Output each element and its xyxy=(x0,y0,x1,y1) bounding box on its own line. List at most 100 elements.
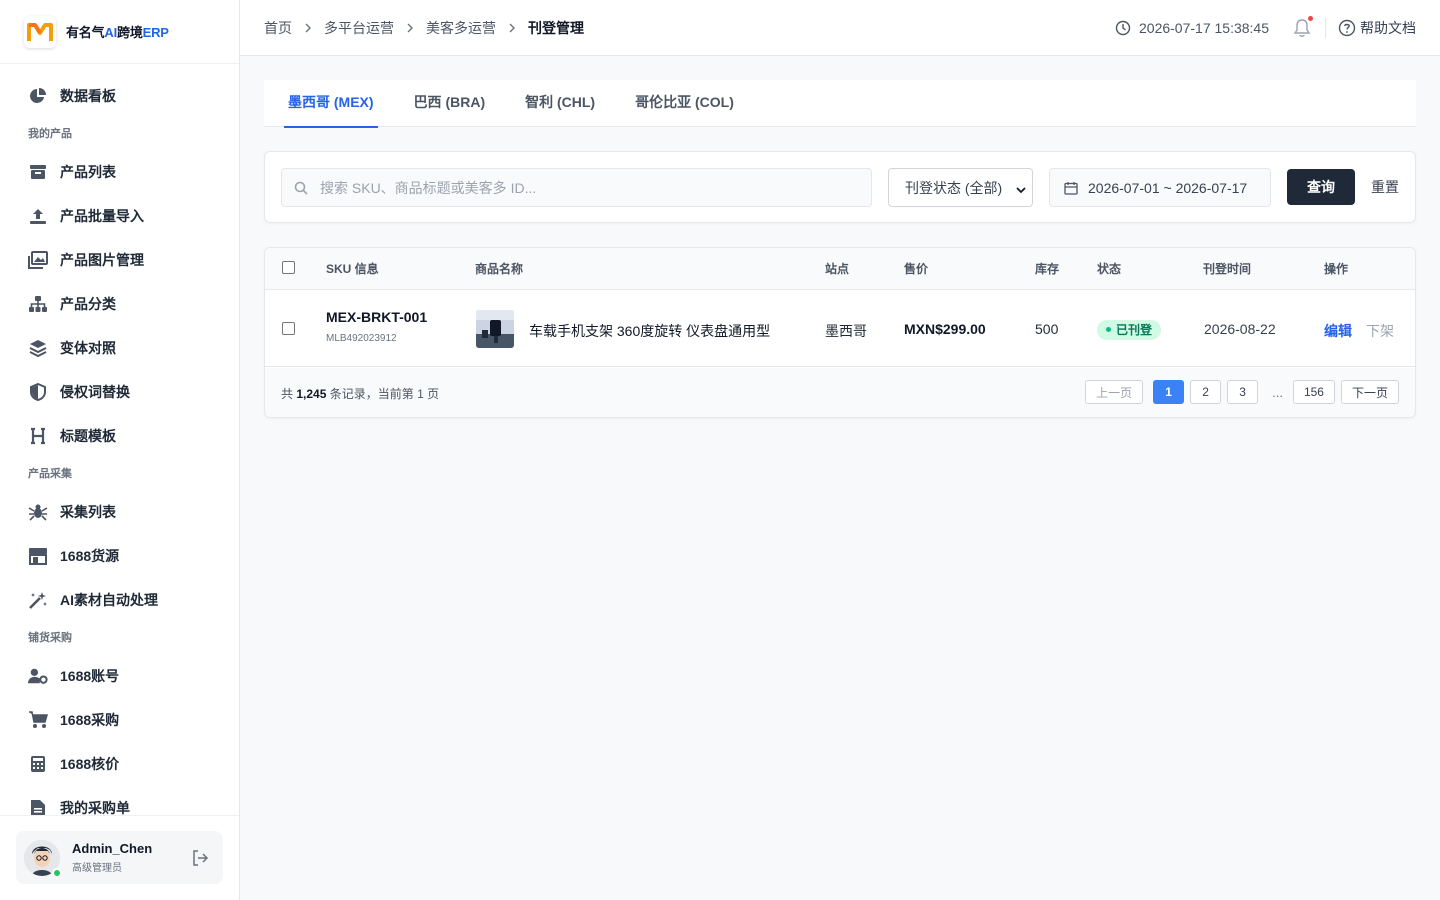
tab-chl[interactable]: 智利 (CHL) xyxy=(525,80,595,127)
listing-time: 2026-08-22 xyxy=(1204,321,1276,337)
product-name[interactable]: 车载手机支架 360度旋转 仪表盘通用型 xyxy=(529,321,770,341)
sidebar-item-label: 产品图片管理 xyxy=(60,252,144,268)
calendar-icon xyxy=(1064,181,1078,195)
user-card[interactable]: Admin_Chen 高级管理员 xyxy=(16,831,223,884)
chevron-down-icon xyxy=(1016,182,1026,198)
page-last-button[interactable]: 156 xyxy=(1292,380,1335,404)
header-divider xyxy=(1325,18,1326,38)
tab-bra[interactable]: 巴西 (BRA) xyxy=(414,80,486,127)
column-header-site: 站点 xyxy=(825,262,850,276)
sidebar-nav: 数据看板 我的产品 产品列表 产品批量导入 产品图片管理 产品分类 变体对照 侵… xyxy=(0,64,239,816)
status-select[interactable]: 刊登状态 (全部) xyxy=(888,168,1033,207)
file-icon xyxy=(28,798,48,816)
sidebar-item-my-purchase-orders[interactable]: 我的采购单 xyxy=(0,786,239,816)
sidebar-item-title-template[interactable]: 标题模板 xyxy=(0,414,239,458)
sidebar-item-1688-account[interactable]: 1688账号 xyxy=(0,654,239,698)
online-status-icon xyxy=(52,867,62,878)
country-tabs: 墨西哥 (MEX) 巴西 (BRA) 智利 (CHL) 哥伦比亚 (COL) xyxy=(264,80,1416,128)
shield-icon xyxy=(28,382,48,402)
avatar xyxy=(24,839,62,878)
column-header-actions: 操作 xyxy=(1324,262,1349,276)
nav-section-title: 产品采集 xyxy=(28,468,72,480)
logout-icon[interactable] xyxy=(191,849,209,872)
spider-icon xyxy=(28,502,48,522)
page-1-button[interactable]: 1 xyxy=(1153,380,1185,404)
page-3-button[interactable]: 3 xyxy=(1227,380,1259,404)
sidebar-item-label: 采集列表 xyxy=(60,504,116,520)
sidebar-item-variant-map[interactable]: 变体对照 xyxy=(0,326,239,370)
sidebar-item-label: 1688账号 xyxy=(60,668,120,684)
column-header-sku: SKU 信息 xyxy=(326,262,379,276)
row-checkbox[interactable] xyxy=(282,322,295,335)
prev-page-button[interactable]: 上一页 xyxy=(1085,380,1144,404)
sidebar-item-label: 1688采购 xyxy=(60,712,120,728)
table-row[interactable]: MEX-BRKT-001 MLB492023912 车载手机支架 360度旋转 … xyxy=(265,291,1415,367)
total-count: 1,245 xyxy=(296,387,327,401)
breadcrumb-mercado[interactable]: 美客多运营 xyxy=(426,18,496,38)
column-header-name: 商品名称 xyxy=(475,262,524,276)
reset-button[interactable]: 重置 xyxy=(1371,169,1399,205)
sidebar-item-label: 标题模板 xyxy=(60,428,116,444)
edit-button[interactable]: 编辑 xyxy=(1324,323,1352,339)
sidebar-item-ai-material[interactable]: AI素材自动处理 xyxy=(0,578,239,622)
brand-name: 有名气AI跨境ERP xyxy=(66,22,169,41)
table-header: SKU 信息 商品名称 站点 售价 库存 状态 刊登时间 操作 xyxy=(265,248,1415,290)
pagination-ellipsis: ... xyxy=(1272,384,1283,400)
sidebar-item-label: 产品批量导入 xyxy=(60,208,144,224)
bell-icon[interactable] xyxy=(1293,16,1313,38)
tab-mex[interactable]: 墨西哥 (MEX) xyxy=(284,80,378,128)
sidebar-item-label: 1688货源 xyxy=(60,548,120,564)
breadcrumb-home[interactable]: 首页 xyxy=(264,18,292,38)
brand[interactable]: 有名气AI跨境ERP xyxy=(0,0,239,64)
search-input[interactable] xyxy=(320,179,840,196)
date-range-picker[interactable]: 2026-07-01 ~ 2026-07-17 xyxy=(1049,168,1271,207)
help-label: 帮助文档 xyxy=(1360,20,1416,36)
column-header-stock: 库存 xyxy=(1035,262,1060,276)
sidebar-item-dashboard[interactable]: 数据看板 xyxy=(0,74,239,118)
sidebar-item-label: 产品列表 xyxy=(60,164,116,180)
sidebar-item-1688-source[interactable]: 1688货源 xyxy=(0,534,239,578)
brand-logo-icon xyxy=(24,15,56,48)
page-2-button[interactable]: 2 xyxy=(1190,380,1222,404)
sidebar-item-label: 产品分类 xyxy=(60,296,116,312)
user-gear-icon xyxy=(28,666,48,686)
sidebar-item-label: AI素材自动处理 xyxy=(60,592,158,608)
user-name: Admin_Chen xyxy=(72,841,153,856)
sidebar-item-image-manage[interactable]: 产品图片管理 xyxy=(0,238,239,282)
magic-wand-icon xyxy=(28,590,48,610)
search-box[interactable] xyxy=(281,168,872,207)
sidebar-item-label: 侵权词替换 xyxy=(60,384,130,400)
box-icon xyxy=(28,162,48,182)
total-prefix: 共 xyxy=(281,387,294,401)
sidebar-item-collect-list[interactable]: 采集列表 xyxy=(0,490,239,534)
breadcrumb: 首页 多平台运营 美客多运营 刊登管理 xyxy=(264,18,584,38)
product-thumbnail xyxy=(476,310,514,348)
pagination: 上一页 1 2 3 ... 156 下一页 xyxy=(1079,380,1399,404)
select-all-checkbox[interactable] xyxy=(282,261,295,274)
sidebar-item-1688-pricing[interactable]: 1688核价 xyxy=(0,742,239,786)
breadcrumb-multi-platform[interactable]: 多平台运营 xyxy=(324,18,394,38)
sidebar-item-1688-purchase[interactable]: 1688采购 xyxy=(0,698,239,742)
chevron-right-icon xyxy=(406,23,414,33)
take-down-button[interactable]: 下架 xyxy=(1366,323,1394,339)
listing-table: SKU 信息 商品名称 站点 售价 库存 状态 刊登时间 操作 MEX-BRKT… xyxy=(264,247,1416,418)
brand-prefix: 有名气 xyxy=(66,25,105,40)
user-role: 高级管理员 xyxy=(72,863,122,874)
sidebar-item-label: 我的采购单 xyxy=(60,800,130,816)
sidebar-item-batch-import[interactable]: 产品批量导入 xyxy=(0,194,239,238)
query-button[interactable]: 查询 xyxy=(1287,169,1355,205)
sidebar-item-infringe-replace[interactable]: 侵权词替换 xyxy=(0,370,239,414)
brand-erp: ERP xyxy=(142,25,169,40)
sidebar-item-category[interactable]: 产品分类 xyxy=(0,282,239,326)
images-icon xyxy=(28,250,48,270)
sidebar-item-product-list[interactable]: 产品列表 xyxy=(0,150,239,194)
next-page-button[interactable]: 下一页 xyxy=(1340,380,1399,404)
datetime-text: 2026-07-17 15:38:45 xyxy=(1139,20,1269,36)
price: MXN$299.00 xyxy=(904,321,986,337)
tab-col[interactable]: 哥伦比亚 (COL) xyxy=(635,80,734,127)
status-badge: 已刊登 xyxy=(1097,319,1162,340)
status-dot-icon xyxy=(1106,327,1111,332)
help-docs-link[interactable]: 帮助文档 xyxy=(1338,18,1416,38)
status-badge-label: 已刊登 xyxy=(1116,323,1153,337)
datetime: 2026-07-17 15:38:45 xyxy=(1115,20,1269,36)
